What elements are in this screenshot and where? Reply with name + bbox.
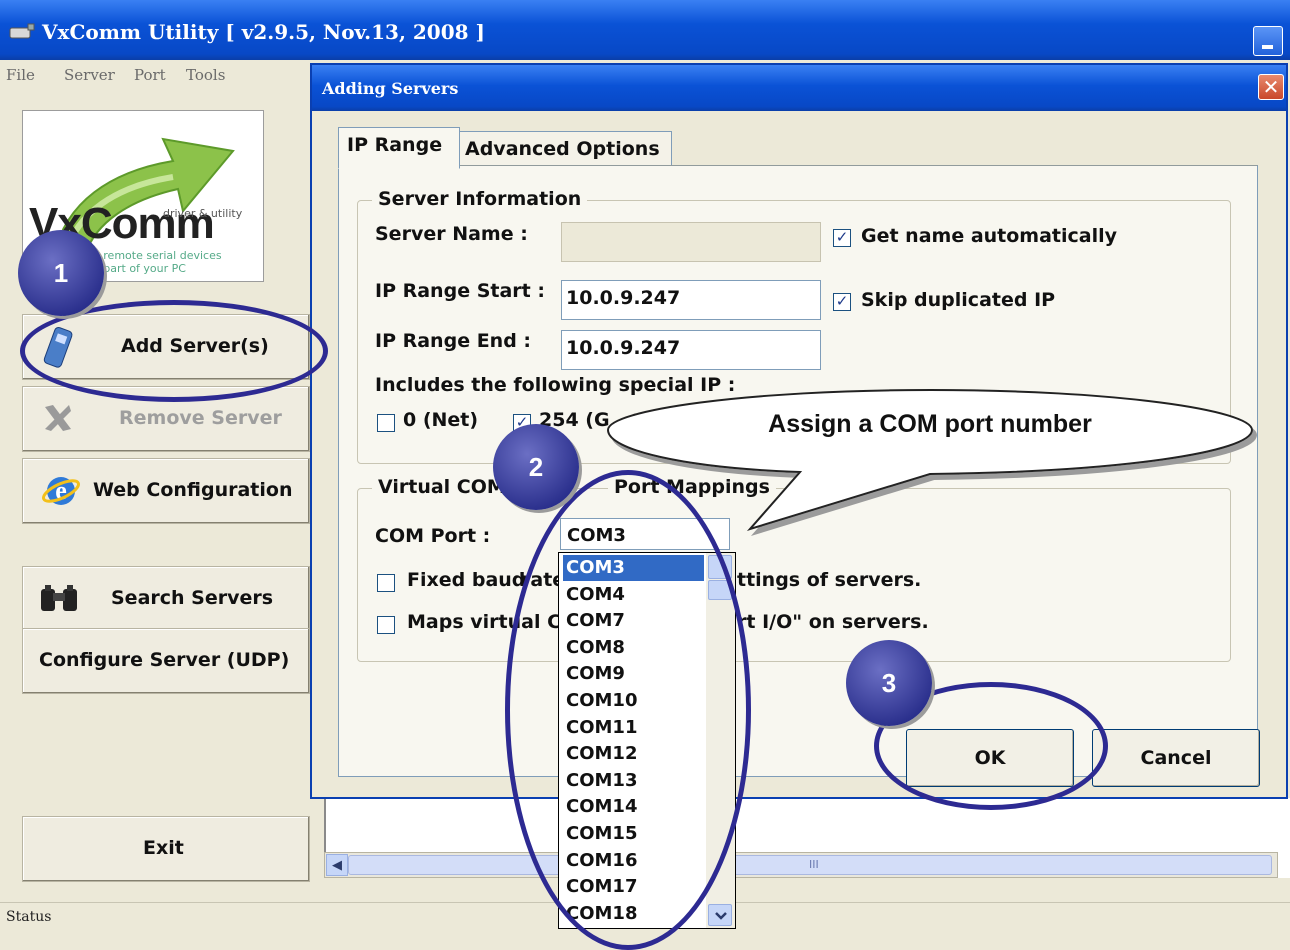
special-ip-0-checkbox[interactable]	[377, 414, 395, 432]
scroll-thumb[interactable]: III	[348, 855, 1272, 875]
get-name-automatically-label: Get name automatically	[861, 225, 1118, 247]
ip-range-end-input[interactable]: 10.0.9.247	[561, 330, 821, 370]
server-information-legend: Server Information	[372, 188, 588, 210]
step-2-badge: 2	[493, 424, 579, 510]
highlight-ring-com-list	[505, 470, 751, 950]
menu-tools[interactable]: Tools	[186, 66, 225, 84]
menu-file[interactable]: File	[6, 66, 35, 84]
dialog-close-button[interactable]: ✕	[1258, 74, 1284, 100]
callout-text: Assign a COM port number	[768, 410, 1092, 438]
scroll-left-arrow-icon[interactable]: ◀	[326, 854, 348, 876]
app-icon	[9, 23, 35, 39]
tab-ip-range[interactable]: IP Range	[338, 127, 460, 169]
exit-button[interactable]: Exit	[22, 816, 310, 882]
logo-subline-1: e remote serial devices	[93, 249, 222, 262]
menu-server[interactable]: Server	[64, 66, 115, 84]
configure-server-udp-button[interactable]: Configure Server (UDP)	[22, 628, 310, 694]
ip-range-start-label: IP Range Start :	[375, 280, 545, 302]
com-port-label: COM Port :	[375, 525, 491, 547]
fixed-baud-rate-label-a: Fixed baud	[407, 569, 526, 591]
step-3-badge: 3	[846, 640, 932, 726]
scroll-grip: III	[809, 858, 819, 871]
configure-server-udp-label: Configure Server (UDP)	[39, 649, 290, 671]
skip-duplicated-ip-checkbox[interactable]: ✓	[833, 293, 851, 311]
get-name-automatically-checkbox[interactable]: ✓	[833, 229, 851, 247]
logo-subline-2: e part of your PC	[93, 262, 186, 275]
remove-x-icon	[45, 405, 71, 431]
internet-explorer-icon: e	[42, 476, 80, 505]
logo-tagline: driver & utility	[163, 207, 243, 220]
search-servers-label: Search Servers	[111, 587, 274, 609]
tab-advanced-options-label: Advanced Options	[465, 138, 660, 160]
special-ip-0-label: 0 (Net)	[403, 409, 479, 431]
exit-label: Exit	[143, 837, 184, 859]
cancel-button[interactable]: Cancel	[1092, 729, 1260, 787]
web-configuration-label: Web Configuration	[93, 479, 293, 501]
menu-bar: File Server Port Tools	[0, 60, 320, 90]
server-name-label: Server Name :	[375, 223, 528, 245]
minimize-button[interactable]	[1253, 26, 1283, 56]
dialog-title: Adding Servers	[322, 79, 459, 98]
search-servers-button[interactable]: Search Servers	[22, 566, 310, 632]
tab-ip-range-label: IP Range	[347, 134, 443, 156]
scroll-down-arrow-icon[interactable]	[708, 904, 732, 926]
binoculars-icon	[41, 585, 77, 611]
fixed-baud-rate-label-c: ttings of servers.	[737, 569, 922, 591]
main-window-title: VxComm Utility [ v2.9.5, Nov.13, 2008 ]	[42, 20, 485, 44]
web-configuration-button[interactable]: e Web Configuration	[22, 458, 310, 524]
ip-range-start-input[interactable]: 10.0.9.247	[561, 280, 821, 320]
maps-virtual-com-checkbox[interactable]	[377, 616, 395, 634]
step-1-badge: 1	[18, 230, 104, 316]
status-text: Status	[6, 909, 52, 925]
maps-virtual-com-label-b: rt I/O" on servers.	[737, 611, 929, 633]
close-icon: ✕	[1262, 75, 1280, 99]
com-port-mappings-legend-a: Virtual COM	[372, 476, 512, 498]
menu-port[interactable]: Port	[134, 66, 166, 84]
ip-range-end-label: IP Range End :	[375, 330, 532, 352]
remove-server-label: Remove Server	[119, 407, 282, 429]
fixed-baud-rate-checkbox[interactable]	[377, 574, 395, 592]
server-name-field[interactable]	[561, 222, 821, 262]
skip-duplicated-ip-label: Skip duplicated IP	[861, 289, 1056, 311]
